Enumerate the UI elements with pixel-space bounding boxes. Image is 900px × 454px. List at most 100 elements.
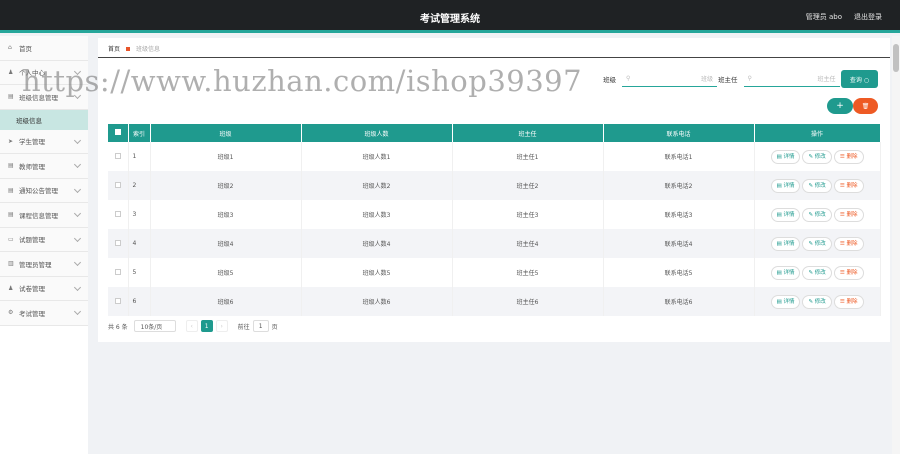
search-icon: ⚲	[626, 75, 631, 82]
cell-teacher: 班主任4	[452, 229, 604, 258]
class-search-placeholder: 班级	[700, 76, 713, 83]
class-search-group: 班级 ⚲ 班级	[603, 71, 717, 87]
table-row: 5 班级5 班级人数5 班主任5 联系电话5 ▤ 详情 ✎ 修改 ☰ 删除	[108, 258, 881, 287]
user-icon: ♟	[8, 68, 14, 76]
cell-phone: 联系电话3	[603, 200, 755, 229]
detail-button[interactable]: ▤ 详情	[770, 236, 801, 251]
row-checkbox[interactable]	[114, 239, 121, 246]
edit-button[interactable]: ✎ 修改	[802, 294, 832, 309]
delete-button[interactable]: ☰ 删除	[833, 265, 864, 280]
detail-button[interactable]: ▤ 详情	[770, 265, 801, 280]
delete-button[interactable]: ☰ 删除	[833, 294, 864, 309]
detail-button[interactable]: ▤ 详情	[770, 149, 801, 164]
send-icon: ➤	[8, 137, 14, 145]
chevron-down-icon	[73, 160, 82, 169]
detail-button[interactable]: ▤ 详情	[770, 178, 801, 193]
cell-teacher: 班主任5	[452, 258, 604, 287]
sidebar-item-courses[interactable]: ▤ 课程信息管理	[0, 203, 88, 228]
cell-phone: 联系电话4	[603, 229, 755, 258]
detail-button[interactable]: ▤ 详情	[770, 294, 801, 309]
page-number-current[interactable]: 1	[200, 320, 213, 332]
row-select-cell[interactable]	[108, 287, 129, 316]
teacher-search-input[interactable]: ⚲ 班主任	[743, 71, 840, 87]
add-button[interactable]: +	[827, 98, 853, 114]
row-checkbox[interactable]	[114, 297, 121, 304]
sidebar-item-label: 通知公告管理	[19, 187, 58, 196]
select-all-checkbox[interactable]	[114, 129, 121, 135]
cell-teacher: 班主任6	[452, 287, 604, 316]
delete-button[interactable]: ☰ 删除	[833, 207, 864, 222]
cell-teacher: 班主任2	[452, 171, 604, 200]
row-select-cell[interactable]	[108, 258, 129, 287]
divider	[98, 57, 890, 58]
batch-delete-button[interactable]: 🗑	[853, 98, 878, 114]
class-table: 索引 班级 班级人数 班主任 联系电话 操作 1 班级1 班级人数1 班主任1 联系电话…	[108, 124, 881, 316]
cell-phone: 联系电话5	[603, 258, 755, 287]
user-icon: ♟	[8, 284, 14, 292]
page-scrollbar[interactable]	[892, 36, 900, 454]
goto-page-input[interactable]: 1	[252, 320, 269, 332]
class-search-label: 班级	[603, 76, 616, 84]
cell-class: 班级4	[150, 229, 302, 258]
row-select-cell[interactable]	[108, 142, 129, 171]
row-checkbox[interactable]	[114, 210, 121, 217]
cell-count: 班级人数3	[301, 200, 453, 229]
column-header: 索引	[128, 124, 151, 142]
sidebar-item-students[interactable]: ➤ 学生管理	[0, 129, 88, 154]
detail-button[interactable]: ▤ 详情	[770, 207, 801, 222]
table-row: 6 班级6 班级人数6 班主任6 联系电话6 ▤ 详情 ✎ 修改 ☰ 删除	[108, 287, 881, 316]
sidebar-subitem-class-info[interactable]: 班级信息	[0, 109, 88, 130]
edit-button[interactable]: ✎ 修改	[802, 178, 832, 193]
sidebar-item-label: 考试管理	[19, 309, 45, 318]
search-icon: ⚲	[747, 75, 752, 82]
cell-phone: 联系电话6	[603, 287, 755, 316]
select-all-cell[interactable]	[108, 124, 129, 142]
table-header-row: 索引 班级 班级人数 班主任 联系电话 操作	[108, 124, 881, 142]
sidebar-item-label: 试卷管理	[19, 285, 45, 294]
query-button[interactable]: 查询 ○	[841, 70, 878, 88]
list-icon: ▤	[8, 186, 14, 194]
edit-button[interactable]: ✎ 修改	[802, 207, 832, 222]
cell-actions: ▤ 详情 ✎ 修改 ☰ 删除	[754, 142, 881, 171]
edit-button[interactable]: ✎ 修改	[802, 149, 832, 164]
delete-button[interactable]: ☰ 删除	[833, 178, 864, 193]
breadcrumb-home[interactable]: 首页	[108, 44, 120, 53]
delete-button[interactable]: ☰ 删除	[833, 149, 864, 164]
prev-page-button[interactable]: ‹	[185, 320, 198, 332]
page-unit-label: 页	[271, 323, 278, 331]
page-size-select[interactable]: 10条/页	[133, 320, 176, 332]
row-checkbox[interactable]	[114, 268, 121, 275]
row-select-cell[interactable]	[108, 200, 129, 229]
next-page-button[interactable]: ›	[215, 320, 228, 332]
sidebar-item-admins[interactable]: ▥ 管理员管理	[0, 252, 88, 277]
row-checkbox[interactable]	[114, 152, 121, 159]
row-select-cell[interactable]	[108, 171, 129, 200]
edit-button[interactable]: ✎ 修改	[802, 236, 832, 251]
sidebar-item-papers[interactable]: ♟ 试卷管理	[0, 276, 88, 301]
edit-button[interactable]: ✎ 修改	[802, 265, 832, 280]
teacher-search-label: 班主任	[718, 76, 738, 84]
cell-count: 班级人数5	[301, 258, 453, 287]
sidebar-item-exams[interactable]: ⚙ 考试管理	[0, 301, 88, 326]
row-checkbox[interactable]	[114, 181, 121, 188]
row-select-cell[interactable]	[108, 229, 129, 258]
table-row: 2 班级2 班级人数2 班主任2 联系电话2 ▤ 详情 ✎ 修改 ☰ 删除	[108, 171, 881, 200]
settings-icon: ⚙	[8, 309, 14, 317]
goto-label: 前往	[237, 323, 250, 331]
cell-index: 2	[128, 171, 151, 200]
chevron-down-icon	[73, 283, 82, 291]
sidebar-item-home[interactable]: ⌂ 首页	[0, 36, 88, 61]
sidebar-item-label: 学生管理	[19, 138, 45, 147]
logout-link[interactable]: 退出登录	[854, 12, 882, 22]
cell-index: 1	[128, 142, 151, 171]
sidebar-item-questions[interactable]: ▭ 试题管理	[0, 227, 88, 252]
sidebar-item-teachers[interactable]: ▤ 教师管理	[0, 154, 88, 179]
watermark: https://www.huzhan.com/ishop39397	[22, 64, 583, 98]
delete-button[interactable]: ☰ 删除	[833, 236, 864, 251]
sidebar-item-notices[interactable]: ▤ 通知公告管理	[0, 178, 88, 203]
scrollbar-thumb[interactable]	[893, 44, 899, 72]
class-search-input[interactable]: ⚲ 班级	[622, 71, 717, 87]
page-size-value: 10条/页	[140, 323, 163, 331]
column-header: 班级人数	[301, 124, 453, 142]
cell-count: 班级人数1	[301, 142, 453, 171]
